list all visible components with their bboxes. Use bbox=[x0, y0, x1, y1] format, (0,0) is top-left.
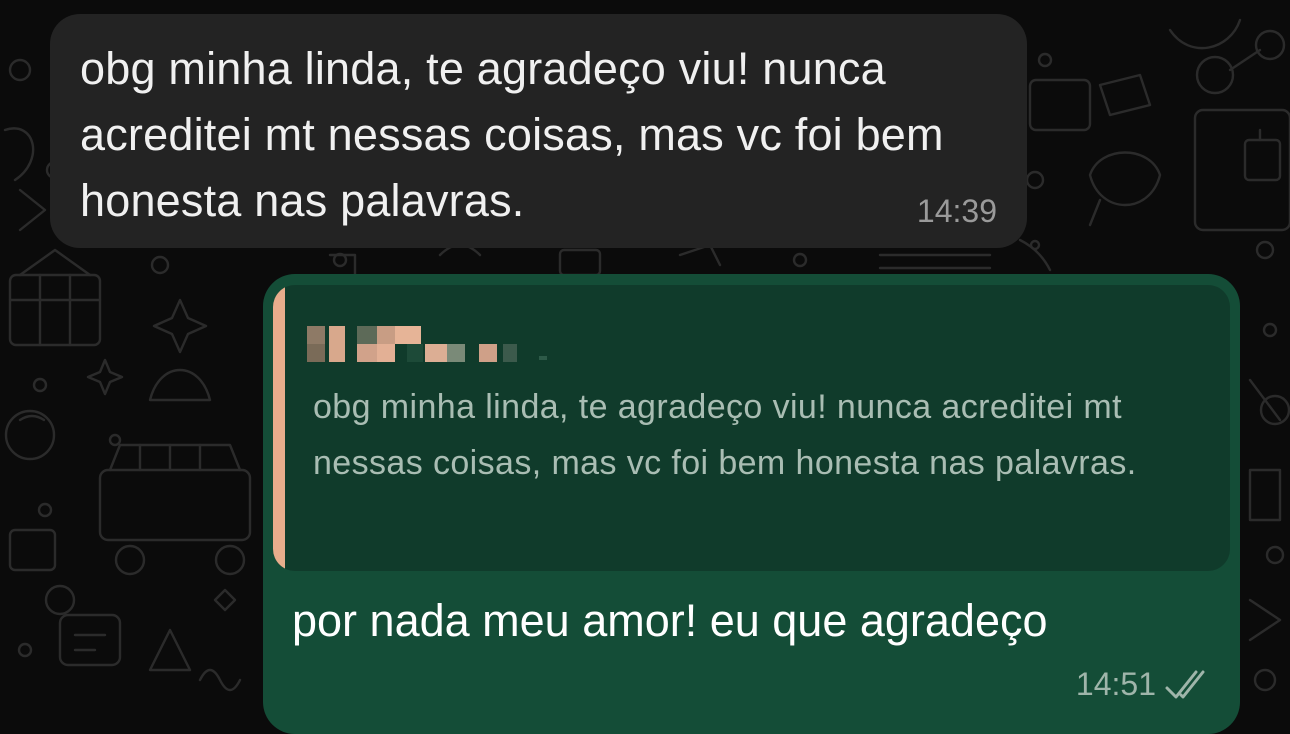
outgoing-message-time: 14:51 bbox=[1075, 666, 1156, 702]
double-check-icon bbox=[1165, 670, 1205, 698]
outgoing-message-meta: 14:51 bbox=[1076, 666, 1212, 703]
incoming-message-text: obg minha linda, te agradeço viu! nunca … bbox=[80, 43, 944, 226]
incoming-message-time: 14:39 bbox=[916, 193, 997, 229]
quoted-message-text: obg minha linda, te agradeço viu! nunca … bbox=[313, 388, 1137, 482]
outgoing-message-text: por nada meu amor! eu que agradeço bbox=[292, 595, 1048, 646]
quoted-reply[interactable]: obg minha linda, te agradeço viu! nunca … bbox=[273, 285, 1230, 571]
quote-accent-bar bbox=[273, 285, 285, 571]
incoming-message-bubble[interactable]: obg minha linda, te agradeço viu! nunca … bbox=[50, 14, 1027, 248]
outgoing-message-bubble[interactable]: obg minha linda, te agradeço viu! nunca … bbox=[263, 274, 1240, 734]
quoted-author-pixelated bbox=[307, 326, 567, 362]
